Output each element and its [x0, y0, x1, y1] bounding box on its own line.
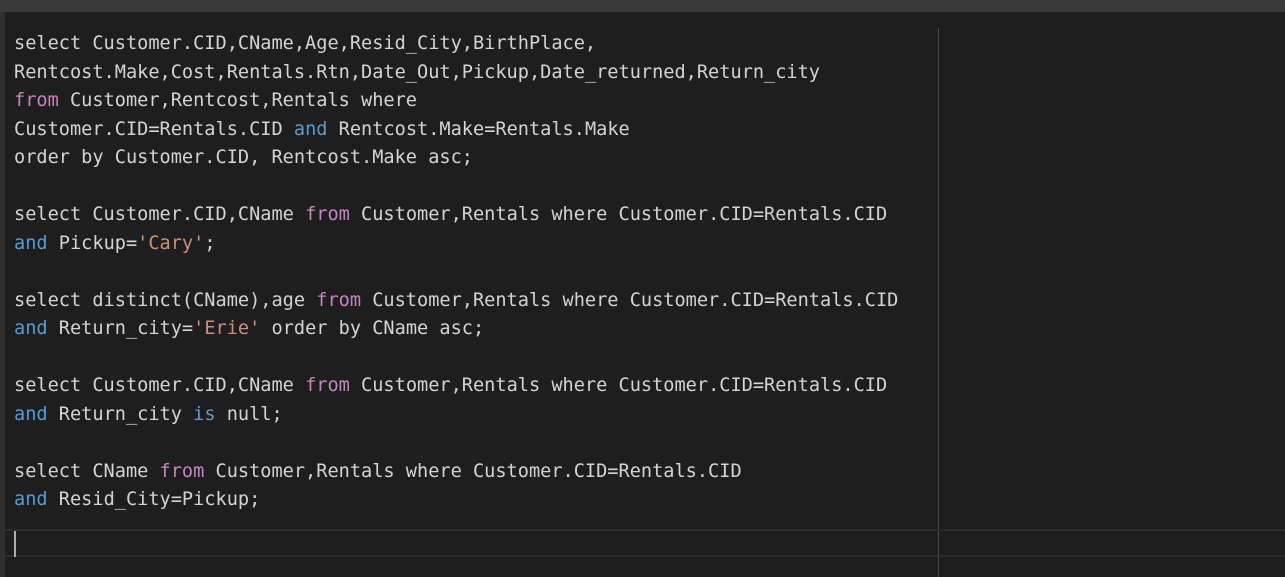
code-token: order by Customer.CID, Rentcost.Make asc… — [14, 147, 473, 168]
code-line[interactable]: and Return_city is null; — [14, 401, 898, 430]
code-editor[interactable]: select Customer.CID,CName,Age,Resid_City… — [0, 12, 1285, 577]
code-token: Customer,Rentals where Customer.CID=Rent… — [204, 460, 742, 482]
code-token: select Customer.CID,CName — [14, 204, 306, 225]
code-token: Rentcost.Make,Cost,Rentals.Rtn,Date_Out,… — [14, 61, 820, 83]
code-keyword: and — [14, 403, 48, 425]
current-line-highlight — [5, 529, 1285, 557]
code-line[interactable]: and Resid_City=Pickup; — [14, 486, 898, 515]
code-keyword: 'Cary' — [137, 232, 205, 254]
code-line[interactable]: select CName from Customer,Rentals where… — [14, 458, 898, 487]
window-top-bar — [0, 0, 1285, 12]
code-line[interactable]: select Customer.CID,CName,Age,Resid_City… — [14, 30, 898, 59]
code-line[interactable] — [14, 173, 898, 202]
code-keyword: from — [159, 460, 205, 482]
code-text[interactable]: select Customer.CID,CName,Age,Resid_City… — [14, 30, 898, 572]
code-line[interactable]: and Pickup='Cary'; — [14, 230, 898, 259]
code-keyword: and — [14, 318, 48, 339]
code-token: order by CName asc; — [260, 318, 485, 339]
editor-gutter — [0, 12, 5, 577]
code-line[interactable]: order by Customer.CID, Rentcost.Make asc… — [14, 144, 898, 173]
code-token: Return_city — [47, 403, 194, 425]
code-token: select distinct(CName),age — [14, 289, 317, 311]
code-keyword: and — [14, 489, 48, 510]
code-token: select Customer.CID,CName — [14, 375, 306, 396]
code-token: Pickup= — [47, 232, 138, 254]
code-token: Return_city= — [47, 318, 194, 339]
code-line[interactable]: select Customer.CID,CName from Customer,… — [14, 201, 898, 230]
code-keyword: and — [293, 118, 328, 140]
code-token: select Customer.CID,CName,Age,Resid_City… — [14, 33, 597, 54]
text-cursor — [14, 531, 16, 557]
code-token: Customer.CID=Rentals.CID — [14, 118, 294, 140]
code-line[interactable]: select distinct(CName),age from Customer… — [14, 287, 898, 316]
code-token: Customer,Rentcost,Rentals where — [58, 90, 418, 111]
code-token: Rentcost.Make=Rentals.Make — [327, 118, 630, 140]
code-line[interactable]: Rentcost.Make,Cost,Rentals.Rtn,Date_Out,… — [14, 59, 898, 88]
code-token: Resid_City=Pickup; — [47, 489, 261, 510]
column-ruler — [938, 28, 939, 577]
code-token: Customer,Rentals where Customer.CID=Rent… — [349, 204, 888, 225]
code-line[interactable] — [14, 258, 898, 287]
code-token: Customer,Rentals where Customer.CID=Rent… — [361, 289, 899, 311]
code-line[interactable] — [14, 429, 898, 458]
code-keyword: and — [14, 232, 48, 254]
code-line[interactable]: select Customer.CID,CName from Customer,… — [14, 372, 898, 401]
code-token: select CName — [14, 460, 160, 482]
code-keyword: 'Erie' — [193, 318, 261, 339]
code-keyword: from — [14, 90, 59, 111]
code-line[interactable]: from Customer,Rentcost,Rentals where — [14, 87, 898, 116]
code-keyword: is — [193, 403, 216, 425]
code-keyword: from — [305, 375, 350, 396]
code-line[interactable] — [14, 344, 898, 373]
code-token: Customer,Rentals where Customer.CID=Rent… — [349, 375, 888, 396]
code-line[interactable]: and Return_city='Erie' order by CName as… — [14, 315, 898, 344]
code-keyword: from — [305, 204, 350, 225]
code-keyword: from — [316, 289, 362, 311]
code-line[interactable]: Customer.CID=Rentals.CID and Rentcost.Ma… — [14, 116, 898, 145]
code-token: ; — [204, 232, 216, 254]
code-token: null; — [215, 403, 283, 425]
